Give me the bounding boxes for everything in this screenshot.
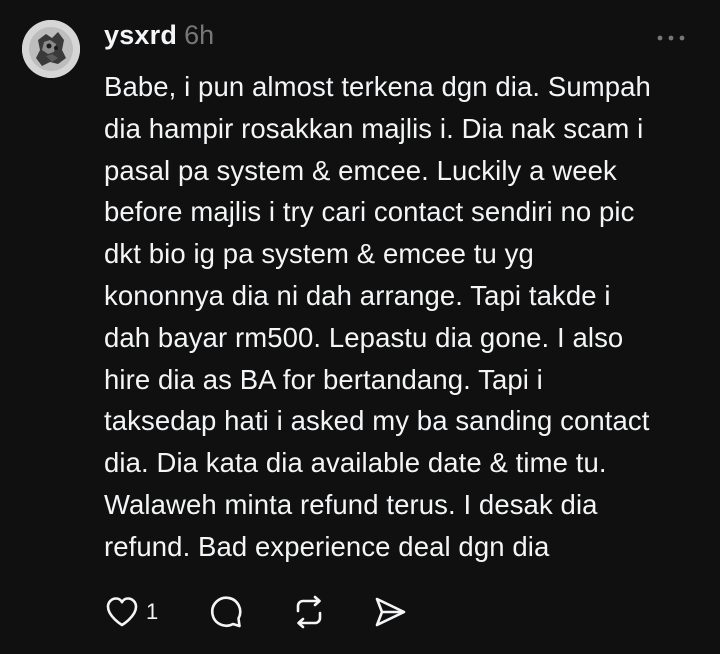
more-horizontal-icon (657, 35, 685, 41)
repost-button[interactable] (290, 592, 372, 632)
heart-icon (106, 597, 138, 627)
action-bar: 1 (104, 592, 412, 632)
like-count: 1 (146, 599, 159, 624)
post-header: ysxrd 6h (104, 20, 214, 56)
post-body: Babe, i pun almost terkena dgn dia. Sump… (104, 71, 651, 562)
send-icon (375, 597, 406, 627)
thread-post: ysxrd 6h Babe, i pun almost terkena dgn … (0, 0, 720, 654)
avatar-image (22, 20, 80, 78)
like-button[interactable]: 1 (104, 592, 208, 632)
comment-bubble-icon (211, 596, 242, 628)
avatar[interactable] (22, 20, 80, 78)
reply-button[interactable] (208, 592, 290, 632)
more-options-button[interactable] (654, 28, 688, 48)
timestamp: 6h (184, 20, 215, 50)
share-button[interactable] (372, 592, 412, 632)
username[interactable]: ysxrd (104, 20, 177, 51)
repost-icon (296, 595, 322, 629)
